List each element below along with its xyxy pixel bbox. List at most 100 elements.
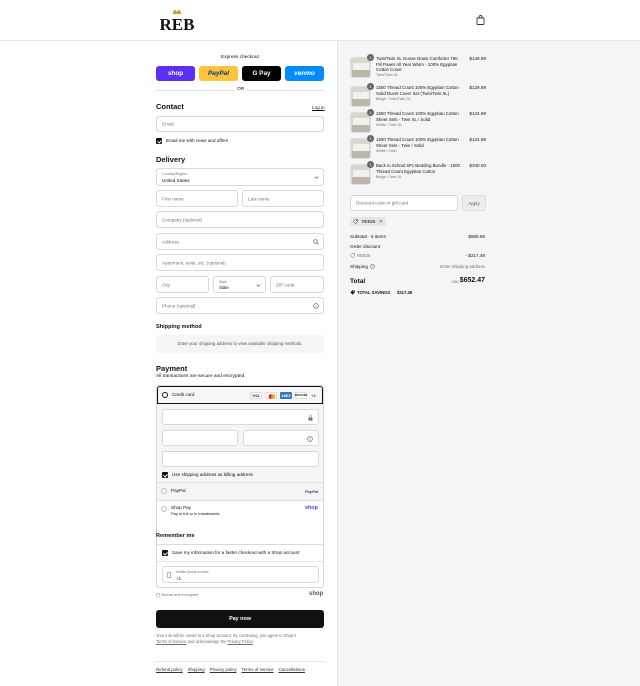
pay-now-button[interactable]: Pay now xyxy=(156,610,324,628)
product-name: 1500 Thread Count 100% Egyptian Cotton S… xyxy=(376,85,459,96)
security-code-field[interactable]: ? xyxy=(243,430,319,446)
cart-item: 1 1500 Thread Count 100% Egyptian Cotton … xyxy=(350,135,486,161)
brand-logo[interactable]: REB xyxy=(160,9,194,34)
credit-card-option[interactable]: Credit card VISA AMEX DISCOVER +4 xyxy=(157,386,323,404)
remove-discount-icon[interactable]: × xyxy=(379,219,382,225)
shop-pay-option[interactable]: Shop Pay Pay in full or in installments … xyxy=(157,501,323,523)
product-price: $129.99 xyxy=(469,85,486,90)
product-variant: Beige / Twin XL xyxy=(376,174,403,179)
paypal-option[interactable]: PayPal PayPal xyxy=(157,483,323,500)
footer-links: Refund policy Shipping Privacy policy Te… xyxy=(156,667,305,672)
name-on-card-field[interactable] xyxy=(162,451,319,467)
state-label: State xyxy=(219,279,227,284)
discount-code-field[interactable]: Discount code or gift card xyxy=(350,195,458,211)
legal-and: and acknowledge the xyxy=(187,638,227,644)
product-variant: White / Twin XL xyxy=(376,122,403,127)
shop-pay-label: Shop Pay xyxy=(171,505,191,510)
subtotal-label: Subtotal · 5 items xyxy=(350,234,386,239)
quantity-badge: 1 xyxy=(367,161,374,168)
expiration-field[interactable] xyxy=(162,430,238,446)
paypal-logo: PayPal xyxy=(305,488,319,494)
apartment-field[interactable]: Apartment, suite, etc. (optional) xyxy=(156,254,324,271)
zip-field[interactable]: ZIP code xyxy=(270,276,324,293)
shop-pay-logo: shop xyxy=(305,504,318,511)
remember-me-box: Save my information for a faster checkou… xyxy=(156,544,324,588)
city-placeholder: City xyxy=(162,282,170,287)
apply-button[interactable]: Apply xyxy=(462,195,486,211)
payment-options: Credit card VISA AMEX DISCOVER +4 ? Use … xyxy=(156,385,324,569)
product-name: 1500 Thread Count 100% Egyptian Cotton S… xyxy=(376,137,459,148)
country-select[interactable]: Country/Region United States xyxy=(156,168,324,186)
shop-pay-express-button[interactable]: shop xyxy=(156,66,195,81)
cart-bag-icon[interactable] xyxy=(476,15,485,25)
amex-icon: AMEX xyxy=(280,392,292,399)
country-value: United States xyxy=(162,178,190,183)
shipping-link[interactable]: Shipping xyxy=(188,667,205,672)
login-link[interactable]: Log in xyxy=(312,105,325,110)
news-label: Email me with news and offers xyxy=(166,138,229,143)
company-field[interactable]: Company (optional) xyxy=(156,211,324,228)
product-price: $124.99 xyxy=(469,111,486,116)
help-icon[interactable]: ? xyxy=(370,264,375,271)
paypal-express-button[interactable]: PayPal xyxy=(199,66,238,81)
credit-card-label: Credit card xyxy=(172,392,195,397)
legal-period: . xyxy=(252,638,254,644)
mobile-phone-field[interactable]: Mobile phone number +1 xyxy=(162,566,319,583)
total-label: Total xyxy=(350,278,366,285)
chevron-down-icon xyxy=(256,283,261,290)
payment-subtitle: All transactions are secure and encrypte… xyxy=(156,374,246,379)
tag-icon xyxy=(353,219,358,225)
apartment-placeholder: Apartment, suite, etc. (optional) xyxy=(162,260,226,265)
express-button-label: PayPal xyxy=(208,70,229,77)
phone-placeholder: Phone (optional) xyxy=(162,303,196,308)
product-name: Back to School 6Pc Bedding Bundle - 1500… xyxy=(376,163,460,174)
total-value: $652.47 xyxy=(459,277,485,284)
save-info-checkbox[interactable] xyxy=(162,550,168,556)
divider xyxy=(156,661,324,662)
card-number-field[interactable] xyxy=(162,409,319,425)
product-name: Twin/Twin XL Goose Down Comforter 750 Fi… xyxy=(376,56,458,73)
google-pay-express-button[interactable]: G Pay xyxy=(242,66,281,81)
address-field[interactable]: Address xyxy=(156,233,324,250)
product-variant: Beige / Twin/Twin XL xyxy=(376,96,412,101)
cart-item: 1 1500 Thread Count 100% Egyptian Cotton … xyxy=(350,109,486,135)
terms-of-service-link[interactable]: Terms of service xyxy=(242,667,274,672)
refund-policy-link[interactable]: Refund policy xyxy=(156,667,183,672)
remember-me-heading: Remember me xyxy=(156,533,195,539)
phone-field[interactable]: Phone (optional) ? xyxy=(156,297,324,314)
state-select[interactable]: State State xyxy=(213,276,266,293)
mobile-phone-value: +1 xyxy=(176,575,182,581)
product-price: $340.00 xyxy=(469,163,486,168)
email-placeholder: Email xyxy=(162,121,174,127)
last-name-field[interactable]: Last name xyxy=(242,190,324,207)
cart-item: 1 1500 Thread Count 100% Egyptian Cotton … xyxy=(350,83,486,109)
privacy-policy-link[interactable]: Privacy policy xyxy=(210,667,237,672)
first-name-field[interactable]: First name xyxy=(156,190,238,207)
terms-link[interactable]: Terms of Service xyxy=(156,639,186,644)
news-checkbox[interactable] xyxy=(156,138,162,144)
privacy-link[interactable]: Privacy Policy xyxy=(227,639,252,644)
shop-pay-radio[interactable] xyxy=(161,506,167,512)
billing-checkbox[interactable] xyxy=(162,472,168,478)
shop-pay-subtitle: Pay in full or in installments xyxy=(171,511,220,516)
country-label: Country/Region xyxy=(162,172,187,176)
help-icon[interactable]: ? xyxy=(307,436,313,444)
legal-line: Your info will be saved to a Shop accoun… xyxy=(156,633,297,638)
last-name-placeholder: Last name xyxy=(248,196,270,201)
cancellations-link[interactable]: Cancellations xyxy=(279,667,305,672)
order-summary: 1 Twin/Twin XL Goose Down Comforter 750 F… xyxy=(337,41,640,686)
svg-text:?: ? xyxy=(315,304,317,308)
shipping-method-box: Enter your shipping address to view avai… xyxy=(156,335,324,353)
legal-text: Your info will be saved to a Shop accoun… xyxy=(156,633,324,644)
tag-icon xyxy=(350,253,355,260)
delivery-heading: Delivery xyxy=(156,155,186,164)
venmo-express-button[interactable]: venmo xyxy=(285,66,324,81)
help-icon[interactable]: ? xyxy=(313,303,319,311)
email-field[interactable]: Email xyxy=(156,116,324,132)
city-field[interactable]: City xyxy=(156,276,209,293)
paypal-radio[interactable] xyxy=(161,488,167,494)
mobile-phone-label: Mobile phone number xyxy=(176,569,209,574)
paypal-label: PayPal xyxy=(171,488,186,493)
credit-card-radio[interactable] xyxy=(162,392,168,398)
cart-item: 1 Twin/Twin XL Goose Down Comforter 750 F… xyxy=(350,54,486,80)
